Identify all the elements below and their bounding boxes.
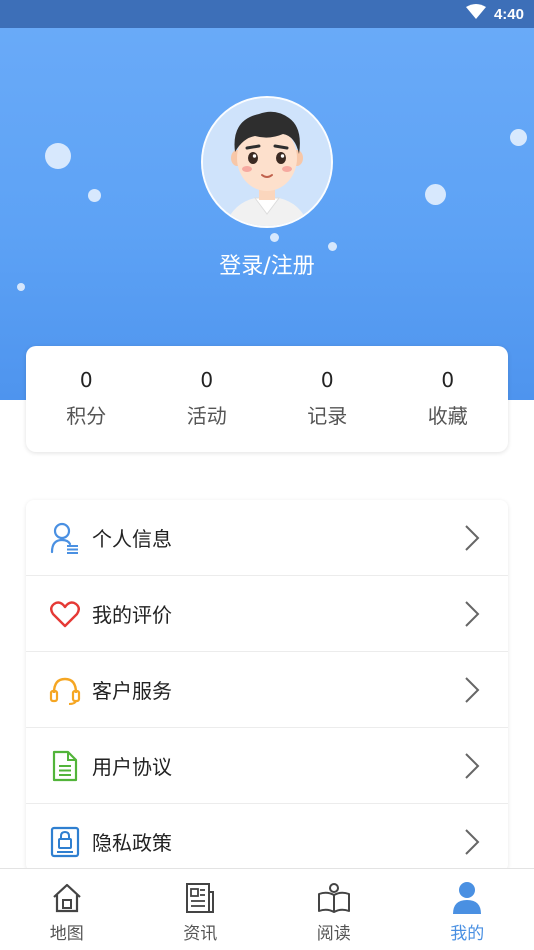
profile-header: 登录/注册 [0, 28, 534, 400]
lock-document-icon [48, 825, 82, 859]
document-icon [48, 749, 82, 783]
tab-map[interactable]: 地图 [0, 869, 134, 950]
stat-label: 记录 [267, 400, 388, 429]
bottom-tab-bar: 地图 资讯 阅读 [0, 868, 534, 950]
tab-label: 资讯 [134, 919, 268, 944]
book-icon [267, 878, 401, 918]
decorative-bubble [510, 129, 527, 146]
person-icon [401, 878, 534, 918]
stat-favorites[interactable]: 0 收藏 [388, 346, 509, 452]
stat-value: 0 [388, 368, 509, 392]
decorative-bubble [425, 184, 446, 205]
stats-card: 0 积分 0 活动 0 记录 0 收藏 [26, 346, 508, 452]
stat-points[interactable]: 0 积分 [26, 346, 147, 452]
user-info-icon [48, 521, 82, 555]
stat-label: 活动 [147, 400, 268, 429]
decorative-bubble [270, 233, 279, 242]
tab-mine[interactable]: 我的 [401, 869, 534, 950]
stat-value: 0 [26, 368, 147, 392]
menu-item-my-reviews[interactable]: 我的评价 [26, 576, 508, 652]
menu-item-privacy-policy[interactable]: 隐私政策 [26, 804, 508, 872]
stat-value: 0 [147, 368, 268, 392]
stat-records[interactable]: 0 记录 [267, 346, 388, 452]
chevron-right-icon [464, 676, 480, 708]
wifi-icon [466, 4, 486, 24]
tab-label: 我的 [401, 919, 534, 944]
stat-label: 收藏 [388, 400, 509, 429]
avatar[interactable] [201, 96, 333, 228]
chevron-right-icon [464, 600, 480, 632]
status-time: 4:40 [494, 6, 524, 23]
chevron-right-icon [464, 828, 480, 860]
menu-label: 客户服务 [92, 675, 172, 704]
home-icon [0, 878, 134, 918]
stat-label: 积分 [26, 400, 147, 429]
decorative-bubble [45, 143, 71, 169]
menu-item-personal-info[interactable]: 个人信息 [26, 500, 508, 576]
decorative-bubble [17, 283, 25, 291]
tab-label: 阅读 [267, 919, 401, 944]
menu-label: 隐私政策 [92, 827, 172, 856]
stat-activities[interactable]: 0 活动 [147, 346, 268, 452]
menu-label: 用户协议 [92, 751, 172, 780]
news-icon [134, 878, 268, 918]
heart-icon [48, 597, 82, 631]
chevron-right-icon [464, 524, 480, 556]
decorative-bubble [88, 189, 101, 202]
menu-label: 我的评价 [92, 599, 172, 628]
menu-list: 个人信息 我的评价 客户服务 [26, 500, 508, 872]
login-register-link[interactable]: 登录/注册 [0, 248, 534, 280]
chevron-right-icon [464, 752, 480, 784]
menu-item-user-agreement[interactable]: 用户协议 [26, 728, 508, 804]
menu-label: 个人信息 [92, 523, 172, 552]
tab-reading[interactable]: 阅读 [267, 869, 401, 950]
avatar-illustration [203, 98, 331, 226]
headset-icon [48, 673, 82, 707]
menu-item-customer-service[interactable]: 客户服务 [26, 652, 508, 728]
tab-news[interactable]: 资讯 [134, 869, 268, 950]
stat-value: 0 [267, 368, 388, 392]
status-bar: 4:40 [0, 0, 534, 28]
tab-label: 地图 [0, 919, 134, 944]
